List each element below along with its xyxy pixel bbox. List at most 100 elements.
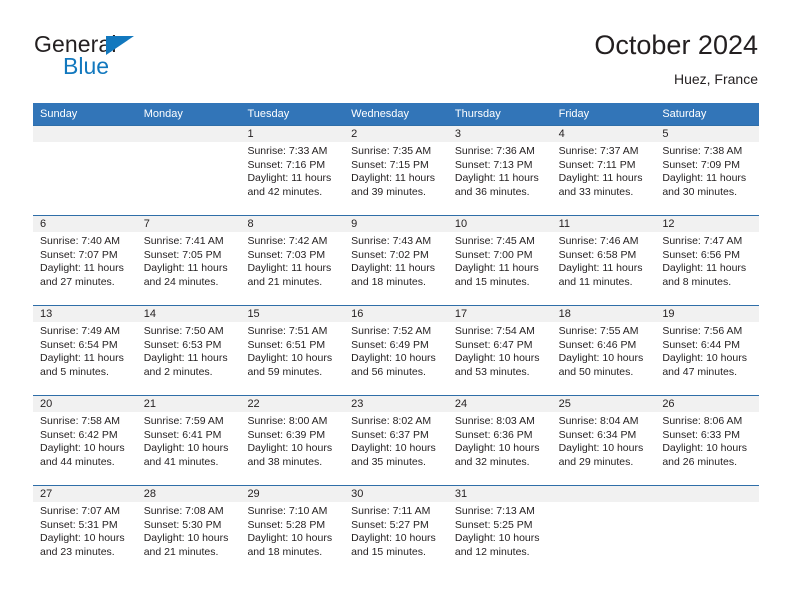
day-cell[interactable]: Sunrise: 7:56 AM Sunset: 6:44 PM Dayligh… — [655, 322, 759, 395]
sunset-text: Sunset: 6:49 PM — [351, 338, 429, 351]
daylight-text: Daylight: 10 hours and 23 minutes. — [40, 532, 125, 558]
day-number[interactable]: 2 — [344, 126, 448, 142]
day-number[interactable]: 24 — [448, 396, 552, 412]
daylight-text: Daylight: 11 hours and 8 minutes. — [662, 262, 747, 288]
day-cell[interactable]: Sunrise: 8:02 AM Sunset: 6:37 PM Dayligh… — [344, 412, 448, 485]
sunrise-text: Sunrise: 8:02 AM — [351, 415, 432, 427]
week-detail-row: Sunrise: 7:07 AM Sunset: 5:31 PM Dayligh… — [33, 502, 759, 575]
sunset-text: Sunset: 7:09 PM — [662, 158, 740, 171]
sunrise-text: Sunrise: 7:33 AM — [247, 145, 328, 157]
day-cell[interactable]: Sunrise: 7:46 AM Sunset: 6:58 PM Dayligh… — [552, 232, 656, 305]
day-cell[interactable]: Sunrise: 7:58 AM Sunset: 6:42 PM Dayligh… — [33, 412, 137, 485]
day-number[interactable]: 18 — [552, 306, 656, 322]
brand-logo[interactable]: General Blue — [34, 33, 264, 89]
day-number[interactable] — [33, 126, 137, 142]
day-number[interactable]: 17 — [448, 306, 552, 322]
day-number[interactable]: 6 — [33, 216, 137, 232]
sunset-text: Sunset: 5:31 PM — [40, 518, 118, 531]
day-number[interactable]: 26 — [655, 396, 759, 412]
day-cell[interactable]: Sunrise: 7:37 AM Sunset: 7:11 PM Dayligh… — [552, 142, 656, 215]
day-cell[interactable] — [552, 502, 656, 575]
day-cell[interactable]: Sunrise: 7:49 AM Sunset: 6:54 PM Dayligh… — [33, 322, 137, 395]
day-number[interactable]: 28 — [137, 486, 241, 502]
day-cell[interactable]: Sunrise: 8:03 AM Sunset: 6:36 PM Dayligh… — [448, 412, 552, 485]
day-number[interactable]: 7 — [137, 216, 241, 232]
daylight-text: Daylight: 10 hours and 35 minutes. — [351, 442, 436, 468]
page-header: General Blue October 2024 Huez, France — [0, 0, 792, 100]
weekday-header-tuesday: Tuesday — [247, 108, 290, 120]
day-cell[interactable]: Sunrise: 7:38 AM Sunset: 7:09 PM Dayligh… — [655, 142, 759, 215]
sunset-text: Sunset: 6:47 PM — [454, 338, 533, 351]
day-cell[interactable]: Sunrise: 7:10 AM Sunset: 5:28 PM Dayligh… — [240, 502, 344, 575]
day-cell[interactable] — [33, 142, 137, 215]
title-block: October 2024 Huez, France — [594, 30, 758, 87]
day-number[interactable] — [552, 486, 656, 502]
day-cell[interactable]: Sunrise: 7:47 AM Sunset: 6:56 PM Dayligh… — [655, 232, 759, 305]
sunset-text: Sunset: 6:46 PM — [558, 338, 637, 351]
sunset-text: Sunset: 6:51 PM — [247, 338, 326, 351]
sunrise-text: Sunrise: 7:37 AM — [558, 145, 639, 157]
day-number[interactable]: 25 — [552, 396, 656, 412]
day-cell[interactable]: Sunrise: 7:51 AM Sunset: 6:51 PM Dayligh… — [240, 322, 344, 395]
day-number[interactable]: 20 — [33, 396, 137, 412]
daylight-text: Daylight: 10 hours and 15 minutes. — [351, 532, 436, 558]
daylight-text: Daylight: 10 hours and 56 minutes. — [351, 352, 436, 378]
day-number[interactable]: 15 — [240, 306, 344, 322]
day-cell[interactable]: Sunrise: 7:52 AM Sunset: 6:49 PM Dayligh… — [344, 322, 448, 395]
day-cell[interactable]: Sunrise: 7:07 AM Sunset: 5:31 PM Dayligh… — [33, 502, 137, 575]
day-cell[interactable]: Sunrise: 7:40 AM Sunset: 7:07 PM Dayligh… — [33, 232, 137, 305]
sunset-text: Sunset: 5:25 PM — [454, 518, 533, 531]
day-number[interactable]: 4 — [552, 126, 656, 142]
day-number[interactable]: 8 — [240, 216, 344, 232]
day-number[interactable]: 30 — [344, 486, 448, 502]
day-cell[interactable]: Sunrise: 7:55 AM Sunset: 6:46 PM Dayligh… — [552, 322, 656, 395]
day-number[interactable]: 23 — [344, 396, 448, 412]
day-number[interactable]: 21 — [137, 396, 241, 412]
day-number[interactable]: 11 — [552, 216, 656, 232]
day-number[interactable]: 19 — [655, 306, 759, 322]
day-number[interactable]: 1 — [240, 126, 344, 142]
calendar-page: General Blue October 2024 Huez, France S… — [0, 0, 792, 612]
day-number[interactable] — [137, 126, 241, 142]
sunrise-text: Sunrise: 7:56 AM — [662, 325, 743, 337]
day-cell[interactable]: Sunrise: 7:54 AM Sunset: 6:47 PM Dayligh… — [448, 322, 552, 395]
sunrise-text: Sunrise: 7:13 AM — [454, 505, 535, 517]
day-cell[interactable]: Sunrise: 7:13 AM Sunset: 5:25 PM Dayligh… — [448, 502, 552, 575]
day-cell[interactable] — [137, 142, 241, 215]
daylight-text: Daylight: 11 hours and 42 minutes. — [247, 172, 332, 198]
day-cell[interactable]: Sunrise: 7:11 AM Sunset: 5:27 PM Dayligh… — [344, 502, 448, 575]
day-number[interactable]: 9 — [344, 216, 448, 232]
day-cell[interactable]: Sunrise: 7:08 AM Sunset: 5:30 PM Dayligh… — [137, 502, 241, 575]
sunrise-text: Sunrise: 7:08 AM — [143, 505, 224, 517]
day-cell[interactable]: Sunrise: 7:59 AM Sunset: 6:41 PM Dayligh… — [137, 412, 241, 485]
day-cell[interactable]: Sunrise: 7:50 AM Sunset: 6:53 PM Dayligh… — [137, 322, 241, 395]
day-cell[interactable]: Sunrise: 8:06 AM Sunset: 6:33 PM Dayligh… — [655, 412, 759, 485]
day-cell[interactable] — [655, 502, 759, 575]
day-cell[interactable]: Sunrise: 7:36 AM Sunset: 7:13 PM Dayligh… — [448, 142, 552, 215]
day-cell[interactable]: Sunrise: 7:41 AM Sunset: 7:05 PM Dayligh… — [137, 232, 241, 305]
day-cell[interactable]: Sunrise: 7:45 AM Sunset: 7:00 PM Dayligh… — [448, 232, 552, 305]
day-number[interactable]: 27 — [33, 486, 137, 502]
day-cell[interactable]: Sunrise: 8:04 AM Sunset: 6:34 PM Dayligh… — [552, 412, 656, 485]
day-cell[interactable]: Sunrise: 7:35 AM Sunset: 7:15 PM Dayligh… — [344, 142, 448, 215]
day-number[interactable]: 3 — [448, 126, 552, 142]
day-cell[interactable]: Sunrise: 7:33 AM Sunset: 7:16 PM Dayligh… — [240, 142, 344, 215]
day-number[interactable]: 12 — [655, 216, 759, 232]
day-number[interactable]: 22 — [240, 396, 344, 412]
day-cell[interactable]: Sunrise: 7:43 AM Sunset: 7:02 PM Dayligh… — [344, 232, 448, 305]
sunset-text: Sunset: 6:39 PM — [247, 428, 326, 441]
day-number[interactable]: 16 — [344, 306, 448, 322]
day-number[interactable] — [655, 486, 759, 502]
day-number[interactable]: 10 — [448, 216, 552, 232]
sunrise-text: Sunrise: 8:06 AM — [662, 415, 743, 427]
day-number[interactable]: 13 — [33, 306, 137, 322]
week-daynumber-band: 6 7 8 9 10 11 12 — [33, 216, 759, 232]
day-number[interactable]: 14 — [137, 306, 241, 322]
day-number[interactable]: 31 — [448, 486, 552, 502]
day-cell[interactable]: Sunrise: 8:00 AM Sunset: 6:39 PM Dayligh… — [240, 412, 344, 485]
day-cell[interactable]: Sunrise: 7:42 AM Sunset: 7:03 PM Dayligh… — [240, 232, 344, 305]
blue-triangle-logo-icon — [106, 36, 134, 55]
sunset-text: Sunset: 7:03 PM — [247, 248, 326, 261]
day-number[interactable]: 29 — [240, 486, 344, 502]
day-number[interactable]: 5 — [655, 126, 759, 142]
